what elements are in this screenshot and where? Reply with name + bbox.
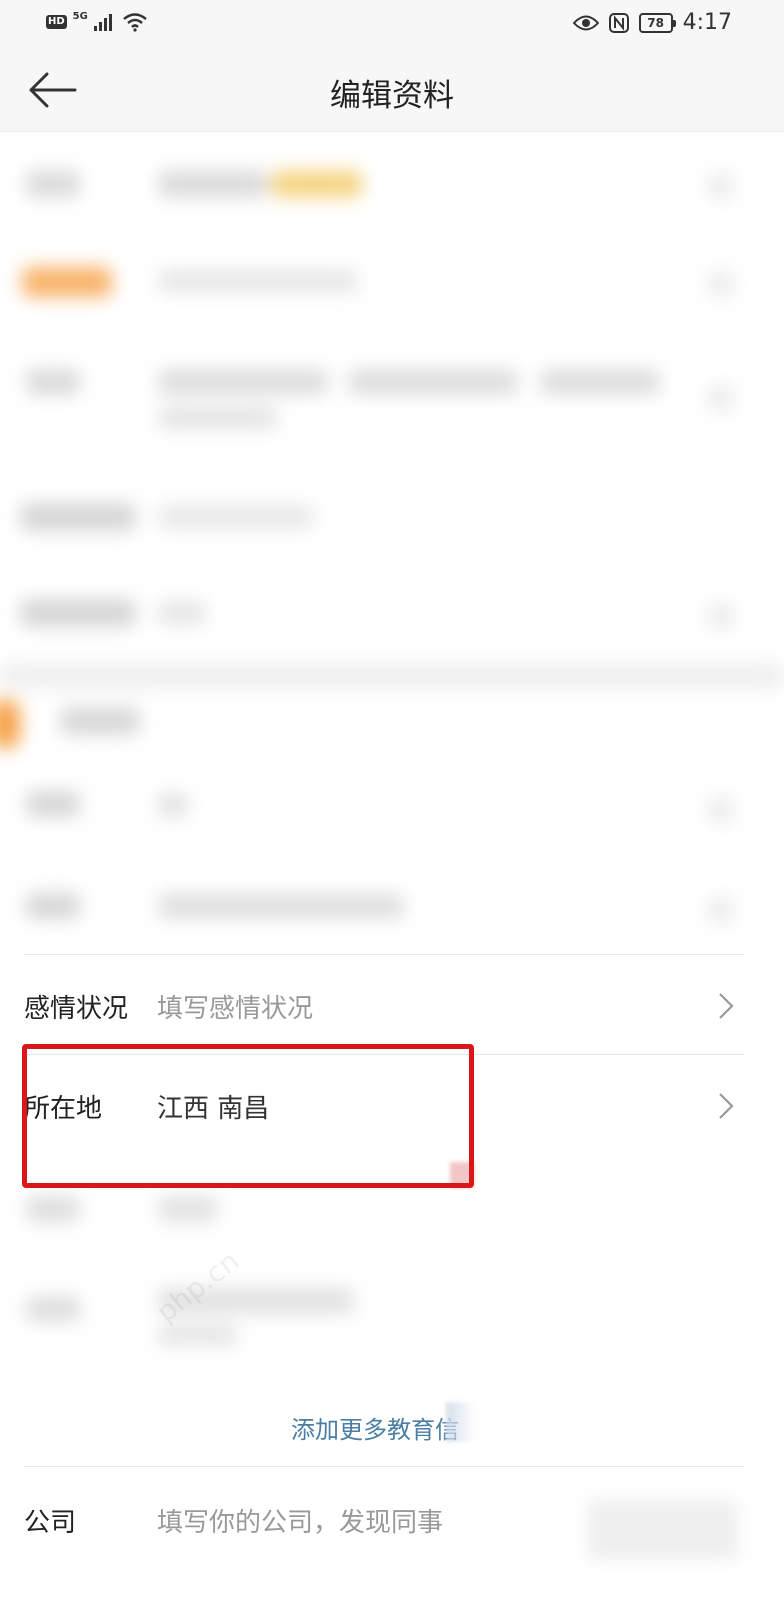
- blurred-profile-section: [0, 133, 784, 953]
- wifi-icon: [123, 13, 147, 32]
- signal-icon: [93, 14, 112, 31]
- relationship-status-label: 感情状况: [24, 994, 129, 1024]
- add-more-education-link[interactable]: 添加更多教育信: [291, 1410, 459, 1445]
- chevron-right-icon: [719, 1093, 734, 1119]
- relationship-status-row[interactable]: 感情状况 填写感情状况: [24, 956, 744, 1056]
- battery-level: 78: [647, 15, 664, 30]
- nfc-icon: [608, 12, 629, 33]
- blurred-block: [26, 171, 80, 197]
- blurred-block: [540, 369, 660, 395]
- status-left: HD 5G: [46, 10, 148, 32]
- blurred-block: [26, 1196, 80, 1222]
- blurred-block: [708, 173, 734, 199]
- blurred-block: [708, 271, 734, 297]
- blurred-block: [158, 369, 328, 395]
- company-label: 公司: [24, 1508, 77, 1538]
- blurred-block: [708, 603, 734, 629]
- redaction-fade: [446, 1402, 476, 1442]
- blurred-block: [26, 1296, 80, 1322]
- blurred-block: [708, 797, 734, 823]
- divider: [24, 1466, 744, 1467]
- status-bar: HD 5G 78 4:17: [0, 0, 784, 48]
- blurred-block: [272, 171, 362, 197]
- highlight-box: [22, 1044, 474, 1188]
- blurred-block: [22, 267, 112, 297]
- company-row[interactable]: 公司 填写你的公司，发现同事: [24, 1470, 744, 1570]
- blurred-block: [708, 897, 734, 923]
- blurred-divider: [0, 663, 784, 689]
- network-type-label: 5G: [72, 10, 88, 22]
- blurred-block: [158, 1196, 218, 1222]
- blurred-block: [20, 599, 136, 627]
- page-title: 编辑资料: [330, 78, 454, 114]
- blurred-block: [158, 171, 268, 197]
- battery-icon: 78: [638, 12, 676, 33]
- blurred-block: [0, 699, 20, 749]
- blurred-block: [158, 601, 206, 625]
- blurred-block: [26, 791, 80, 817]
- divider: [24, 954, 744, 955]
- blurred-block: [26, 369, 80, 395]
- hd-icon: HD: [46, 15, 67, 29]
- blurred-block: [708, 385, 734, 411]
- blurred-block: [60, 707, 140, 735]
- chevron-right-icon: [719, 993, 734, 1019]
- company-placeholder: 填写你的公司，发现同事: [157, 1508, 444, 1538]
- blurred-block: [158, 893, 404, 919]
- blurred-block: [158, 793, 188, 817]
- title-bar: 编辑资料: [0, 48, 784, 132]
- blurred-block: [20, 503, 136, 531]
- relationship-status-placeholder: 填写感情状况: [157, 994, 314, 1024]
- blurred-block: [158, 505, 314, 529]
- blurred-block: [158, 407, 278, 429]
- blurred-block: [158, 269, 358, 293]
- eye-icon: [572, 15, 599, 30]
- blurred-block: [348, 369, 518, 395]
- blurred-block: [26, 893, 80, 919]
- status-right: 78 4:17: [572, 10, 732, 35]
- status-time: 4:17: [682, 10, 732, 35]
